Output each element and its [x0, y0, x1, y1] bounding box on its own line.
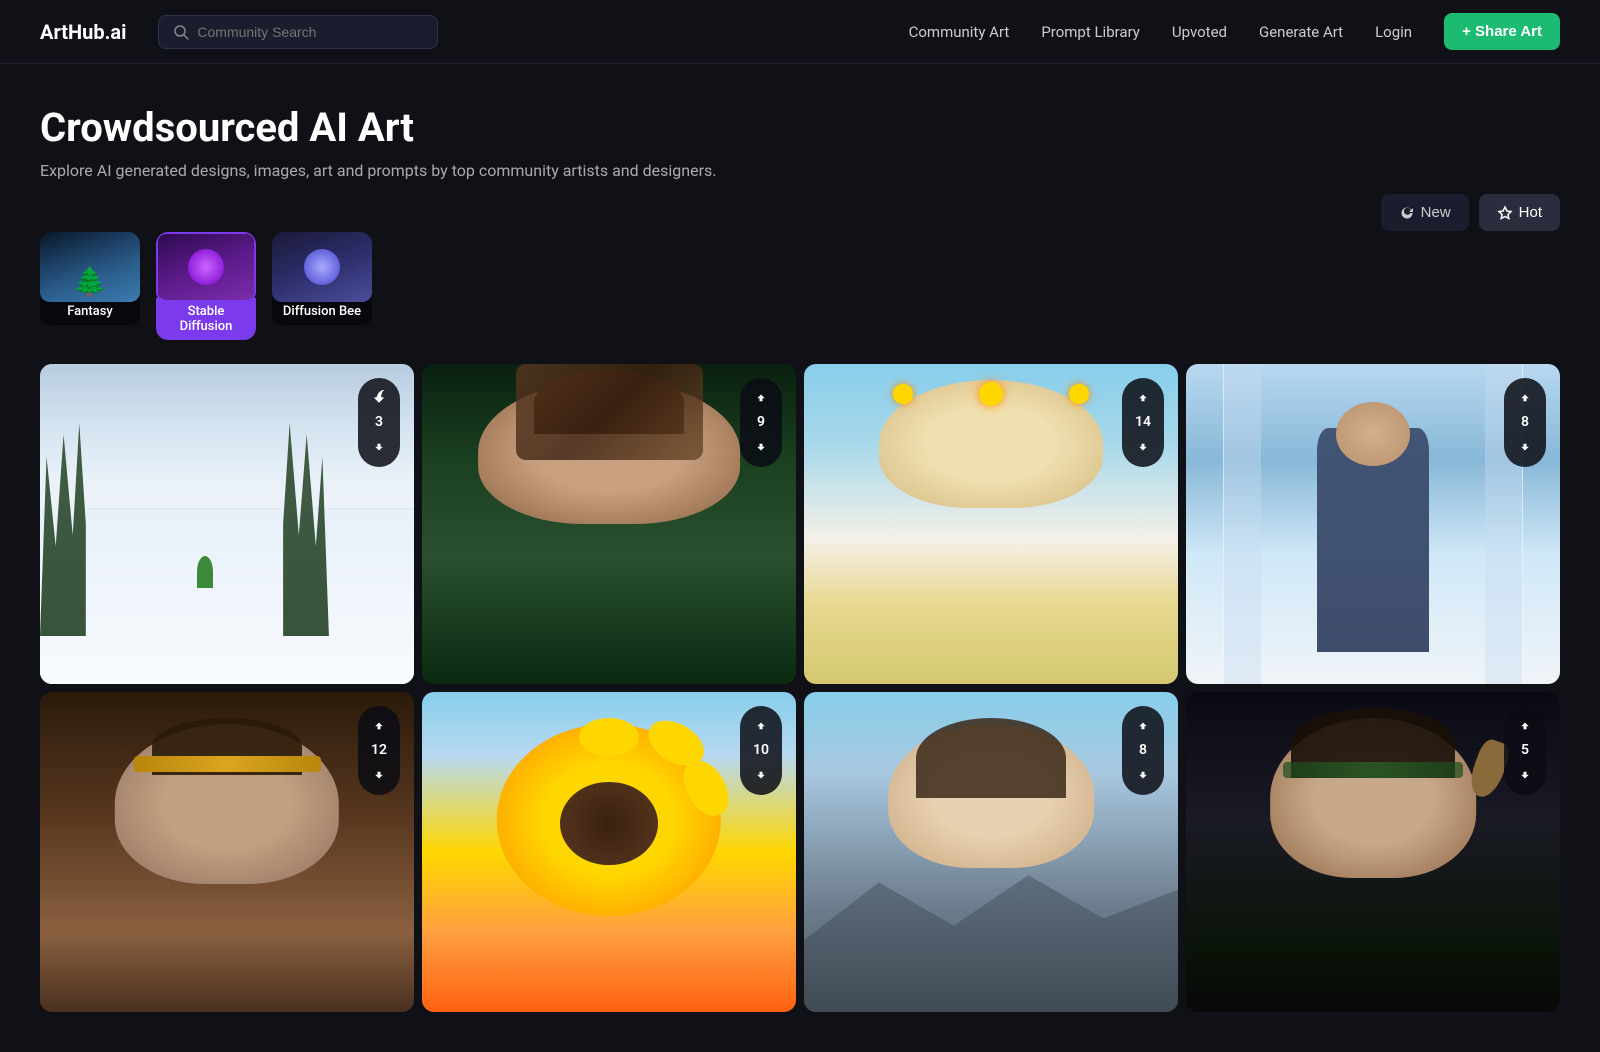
category-fantasy-label: Fantasy — [40, 298, 140, 325]
vote-count-2: 9 — [757, 414, 765, 431]
gallery-item-1[interactable]: 3 — [40, 364, 414, 684]
gallery-item-7[interactable]: 8 — [804, 692, 1178, 1012]
downvote-button-3[interactable] — [1128, 433, 1158, 459]
vote-controls-7: 8 — [1122, 706, 1164, 795]
search-input[interactable] — [197, 24, 423, 40]
downvote-button-2[interactable] — [746, 433, 776, 459]
vote-controls-3: 14 — [1122, 378, 1164, 467]
nav-prompt-library[interactable]: Prompt Library — [1041, 23, 1140, 41]
gallery-item-5[interactable]: 12 — [40, 692, 414, 1012]
vote-controls-6: 10 — [740, 706, 782, 795]
category-filter: Fantasy Stable Diffusion Diffusion Bee — [0, 232, 1600, 364]
vote-count-4: 8 — [1521, 414, 1529, 431]
downvote-button-1[interactable] — [364, 433, 394, 459]
upvote-button-1[interactable] — [364, 386, 394, 412]
upvote-button-7[interactable] — [1128, 714, 1158, 740]
gallery-item-4[interactable]: 8 — [1186, 364, 1560, 684]
category-diffusion-bee[interactable]: Diffusion Bee — [272, 232, 372, 340]
logo: ArtHub.ai — [40, 20, 126, 44]
upvote-button-4[interactable] — [1510, 386, 1540, 412]
vote-count-1: 3 — [375, 414, 383, 431]
gallery-item-3[interactable]: 14 — [804, 364, 1178, 684]
search-icon — [173, 24, 189, 40]
downvote-button-7[interactable] — [1128, 761, 1158, 787]
hero: Crowdsourced AI Art Explore AI generated… — [0, 64, 1600, 232]
downvote-button-8[interactable] — [1510, 761, 1540, 787]
page-title: Crowdsourced AI Art — [40, 104, 1560, 151]
search-bar[interactable] — [158, 15, 438, 49]
category-stable-label: Stable Diffusion — [156, 298, 256, 340]
hero-area: Crowdsourced AI Art Explore AI generated… — [0, 64, 1600, 232]
nav: Community Art Prompt Library Upvoted Gen… — [909, 13, 1560, 50]
star-icon — [1497, 205, 1513, 221]
nav-generate-art[interactable]: Generate Art — [1259, 23, 1343, 41]
upvote-button-6[interactable] — [746, 714, 776, 740]
sort-hot-button[interactable]: Hot — [1479, 194, 1560, 231]
nav-login[interactable]: Login — [1375, 23, 1412, 41]
vote-controls-8: 5 — [1504, 706, 1546, 795]
upvote-button-2[interactable] — [746, 386, 776, 412]
category-stable-diffusion[interactable]: Stable Diffusion — [156, 232, 256, 340]
gallery-item-6[interactable]: 10 — [422, 692, 796, 1012]
share-art-button[interactable]: + Share Art — [1444, 13, 1560, 50]
downvote-button-5[interactable] — [364, 761, 394, 787]
upvote-button-8[interactable] — [1510, 714, 1540, 740]
sort-buttons: New Hot — [1381, 194, 1560, 231]
vote-count-7: 8 — [1139, 742, 1147, 759]
downvote-button-4[interactable] — [1510, 433, 1540, 459]
nav-upvoted[interactable]: Upvoted — [1172, 23, 1227, 41]
sort-new-button[interactable]: New — [1381, 194, 1469, 231]
upvote-button-5[interactable] — [364, 714, 394, 740]
vote-controls-4: 8 — [1504, 378, 1546, 467]
vote-controls-1: 3 — [358, 378, 400, 467]
category-diffusion-label: Diffusion Bee — [272, 298, 372, 325]
vote-controls-5: 12 — [358, 706, 400, 795]
vote-count-8: 5 — [1521, 742, 1529, 759]
page-subtitle: Explore AI generated designs, images, ar… — [40, 161, 1560, 180]
downvote-button-6[interactable] — [746, 761, 776, 787]
vote-count-3: 14 — [1135, 414, 1151, 431]
gallery-item-2[interactable]: 9 — [422, 364, 796, 684]
category-fantasy[interactable]: Fantasy — [40, 232, 140, 340]
refresh-icon — [1399, 205, 1415, 221]
gallery: 3 9 — [0, 364, 1600, 1052]
gallery-item-8[interactable]: 5 — [1186, 692, 1560, 1012]
nav-community-art[interactable]: Community Art — [909, 23, 1010, 41]
upvote-button-3[interactable] — [1128, 386, 1158, 412]
vote-count-6: 10 — [753, 742, 769, 759]
vote-controls-2: 9 — [740, 378, 782, 467]
vote-count-5: 12 — [371, 742, 387, 759]
header: ArtHub.ai Community Art Prompt Library U… — [0, 0, 1600, 64]
